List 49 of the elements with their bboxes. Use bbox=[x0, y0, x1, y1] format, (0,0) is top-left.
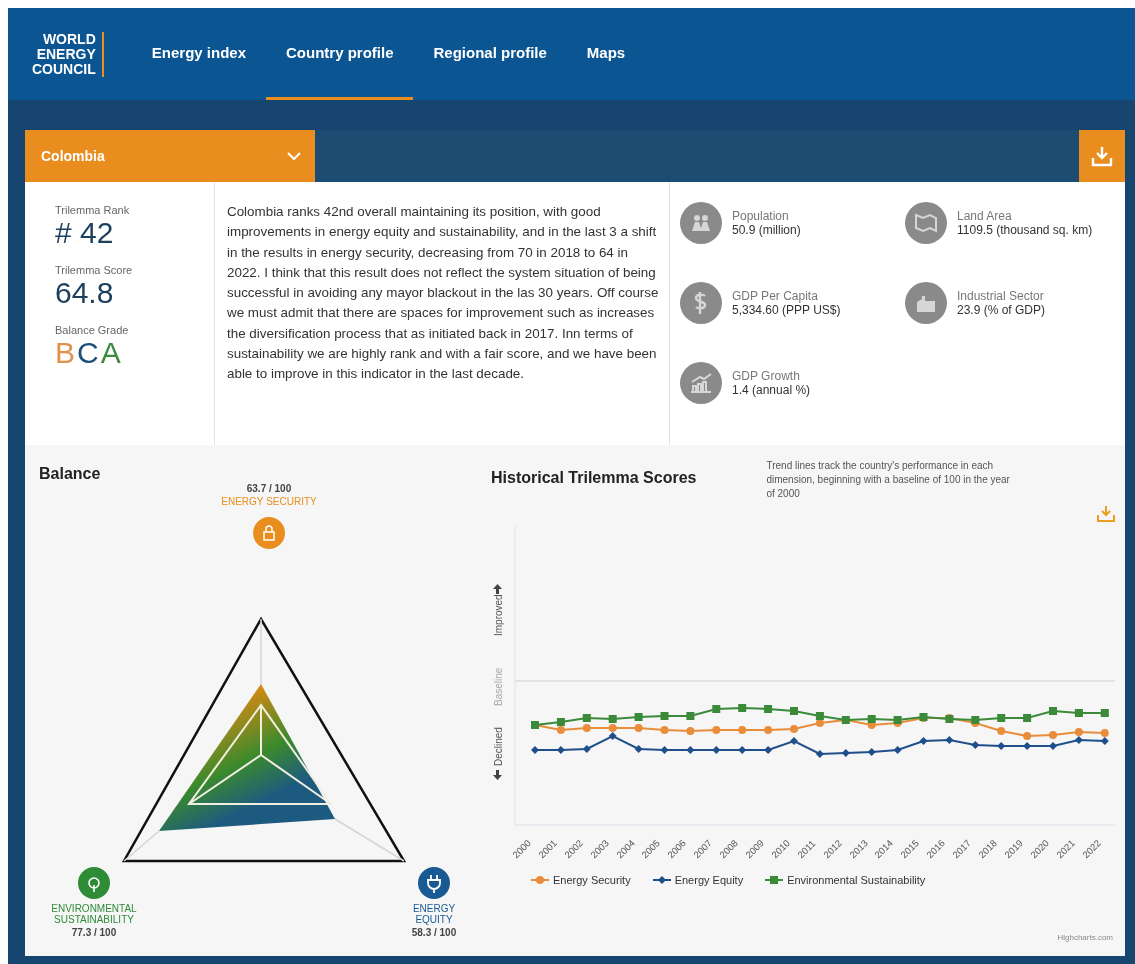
legend-item[interactable]: Environmental Sustainability bbox=[765, 874, 926, 886]
map-icon bbox=[905, 202, 947, 244]
fact-label: GDP Per Capita bbox=[732, 289, 819, 303]
axis-label: Improved bbox=[493, 594, 504, 636]
nav-tab[interactable]: Maps bbox=[566, 8, 646, 100]
arrow-up-icon bbox=[493, 584, 502, 594]
grade-letter: C bbox=[77, 336, 99, 370]
people-icon bbox=[680, 202, 722, 244]
factory-icon bbox=[905, 282, 947, 324]
nav-tab[interactable]: Energy index bbox=[131, 8, 266, 100]
dimension-score: 77.3 / 100 bbox=[71, 927, 117, 938]
legend-item[interactable]: Energy Equity bbox=[652, 874, 744, 886]
chart-note: Trend lines track the country's performance in each dimension, beginning with a baseline of 100 in the year of 2000 bbox=[766, 459, 1011, 501]
dimension-name: ENERGY SECURITY bbox=[221, 496, 317, 507]
fact-value: 5,334.60 (PPP US$) bbox=[732, 303, 841, 317]
download-icon[interactable] bbox=[1097, 505, 1115, 522]
score-label: Trilemma Score bbox=[55, 264, 134, 276]
dimension-name: ENERGY EQUITY bbox=[411, 903, 457, 925]
legend-item[interactable]: Energy Security bbox=[531, 874, 631, 886]
nav-tab[interactable]: Regional profile bbox=[413, 8, 567, 100]
score-value: 64.8 bbox=[55, 276, 115, 310]
fact-label: GDP Growth bbox=[732, 369, 801, 383]
arrow-down-icon bbox=[493, 770, 502, 780]
fact-label: Land Area bbox=[957, 209, 1013, 223]
fact-value: 50.9 (million) bbox=[732, 223, 801, 237]
axis-label: Declined bbox=[493, 727, 504, 766]
credit-link[interactable]: Highcharts.com bbox=[1057, 933, 1113, 942]
dimension-score: 63.7 / 100 bbox=[246, 483, 292, 494]
rank-value: # 42 bbox=[55, 216, 115, 250]
grade-letter: A bbox=[100, 336, 121, 370]
grade-letter: B bbox=[55, 336, 75, 370]
balance-title: Balance bbox=[39, 465, 102, 483]
axis-label: Baseline bbox=[493, 667, 504, 706]
download-button[interactable] bbox=[1079, 130, 1125, 182]
dollar-icon bbox=[680, 282, 722, 324]
grade-label: Balance Grade bbox=[55, 324, 130, 336]
fact-label: Industrial Sector bbox=[957, 289, 1045, 303]
rank-label: Trilemma Rank bbox=[55, 204, 131, 216]
chart-icon bbox=[680, 362, 722, 404]
download-icon bbox=[1091, 145, 1113, 167]
dimension-name: ENVIRONMENTAL SUSTAINABILITY bbox=[50, 903, 138, 925]
fact-value: 1109.5 (thousand sq. km) bbox=[957, 223, 1093, 237]
fact-label: Population bbox=[732, 209, 790, 223]
fact-value: 23.9 (% of GDP) bbox=[957, 303, 1046, 317]
chevron-down-icon bbox=[287, 151, 301, 161]
chart-title: Historical Trilemma Scores bbox=[491, 469, 697, 488]
fact-value: 1.4 (annual %) bbox=[732, 383, 811, 397]
dimension-score: 58.3 / 100 bbox=[411, 927, 457, 938]
logo[interactable]: WORLD ENERGY COUNCIL bbox=[32, 31, 104, 77]
